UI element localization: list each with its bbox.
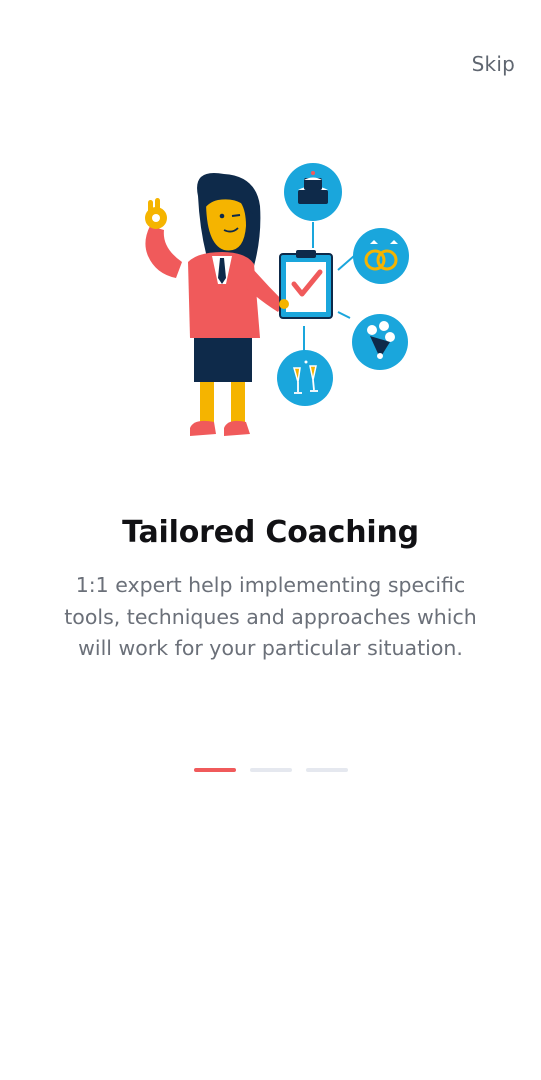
clipboard-check-icon	[279, 250, 333, 319]
page-indicator-dot-2	[249, 768, 292, 772]
page-indicator-dot-3	[305, 768, 348, 772]
bouquet-icon	[352, 314, 408, 370]
page-indicator-dot-1	[193, 768, 236, 772]
onboarding-illustration	[145, 163, 409, 436]
champagne-icon	[277, 350, 333, 406]
page-indicator	[0, 768, 541, 772]
page-title: Tailored Coaching	[122, 515, 419, 550]
skip-button[interactable]: Skip	[472, 52, 515, 76]
rings-icon	[353, 228, 409, 284]
cake-icon	[284, 163, 342, 221]
page-description: 1:1 expert help implementing specific to…	[64, 573, 477, 660]
